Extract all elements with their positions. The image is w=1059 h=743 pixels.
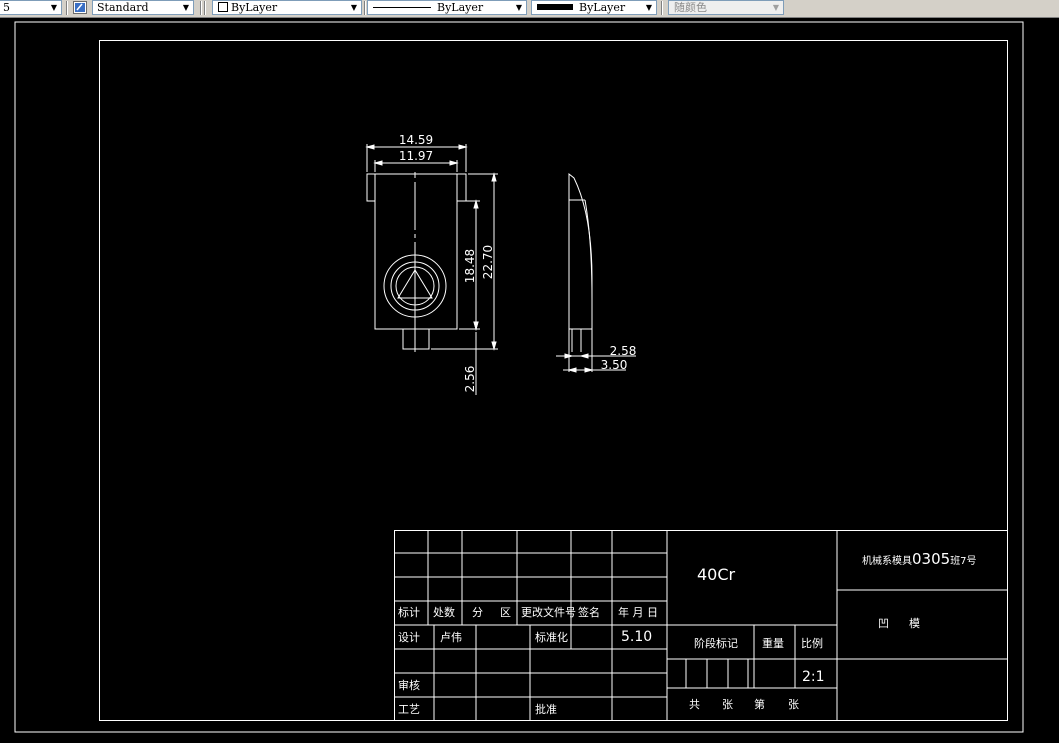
header-cell-date: 年 月 日 xyxy=(618,605,658,619)
lineweight-combo[interactable]: ByLayer ▼ xyxy=(531,0,657,15)
properties-toolbar: 5 ▼ Standard ▼ ByLayer ▼ ByLayer ▼ ByLay… xyxy=(0,0,1059,18)
stage-marks-label: 阶段标记 xyxy=(694,636,738,650)
color-combo[interactable]: ByLayer ▼ xyxy=(212,0,362,15)
chevron-down-icon[interactable]: ▼ xyxy=(179,1,193,14)
color-swatch-icon xyxy=(218,2,228,12)
plot-style-value: 随颜色 xyxy=(674,1,707,14)
drawing-number-prefix: 机械系模具 xyxy=(862,554,912,567)
process-label: 工艺 xyxy=(398,703,420,716)
text-style-icon[interactable] xyxy=(73,1,87,14)
drawing-number-suffix: 班7号 xyxy=(950,555,976,567)
first-combo[interactable]: 5 ▼ xyxy=(0,0,62,15)
sheets-unit-2: 张 xyxy=(788,698,799,711)
drawing-number-digits: 0305 xyxy=(912,550,950,568)
dim-height-inner: 18.48 xyxy=(463,249,477,283)
sheets-total-label: 共 xyxy=(689,698,700,711)
text-style-value: Standard xyxy=(97,1,149,14)
dim-width-inner: 11.97 xyxy=(399,149,433,163)
header-cell-signature: 签名 xyxy=(578,605,600,619)
weight-label: 重量 xyxy=(762,636,784,650)
standardization-label: 标准化 xyxy=(535,630,568,644)
approve-label: 批准 xyxy=(535,702,557,716)
header-cell-division: 分 xyxy=(472,606,483,619)
date-value: 5.10 xyxy=(621,629,652,645)
drawing-canvas[interactable]: 14.59 11.97 18.48 22.70 2.56 2.58 3.50 标… xyxy=(0,17,1059,743)
lineweight-preview-icon xyxy=(537,4,573,10)
header-cell-change-doc: 更改文件号 xyxy=(521,605,576,619)
designer-name: 卢伟 xyxy=(440,631,462,644)
front-view xyxy=(366,172,467,352)
chevron-down-icon[interactable]: ▼ xyxy=(347,1,361,14)
linetype-value: ByLayer xyxy=(437,1,484,14)
chevron-down-icon[interactable]: ▼ xyxy=(642,1,656,14)
design-label: 设计 xyxy=(398,631,420,644)
chevron-down-icon: ▼ xyxy=(772,3,780,12)
linetype-combo[interactable]: ByLayer ▼ xyxy=(367,0,527,15)
header-cell-count: 处数 xyxy=(433,606,455,619)
part-name-char-1: 凹 xyxy=(878,617,889,630)
dim-height-overall: 22.70 xyxy=(481,245,495,279)
drawing-number: 机械系模具0305班7号 xyxy=(862,550,977,568)
dim-boss-height: 2.56 xyxy=(463,366,477,393)
lineweight-value: ByLayer xyxy=(579,1,626,14)
toolbar-separator xyxy=(661,1,663,15)
dim-side-step-small: 2.58 xyxy=(610,344,637,358)
scale-label: 比例 xyxy=(801,636,823,650)
first-combo-value: 5 xyxy=(3,1,10,14)
toolbar-separator xyxy=(66,1,68,15)
material-value: 40Cr xyxy=(697,565,736,584)
toolbar-separator xyxy=(364,1,366,15)
dim-width-overall: 14.59 xyxy=(399,133,433,147)
header-cell-zone: 区 xyxy=(500,606,511,619)
toolbar-separator xyxy=(200,1,202,15)
dim-side-step-large: 3.50 xyxy=(601,358,628,372)
review-label: 审核 xyxy=(398,678,420,692)
linetype-preview-icon xyxy=(373,7,431,8)
text-style-combo[interactable]: Standard ▼ xyxy=(92,0,194,15)
chevron-down-icon[interactable]: ▼ xyxy=(47,1,61,14)
sheet-no-label: 第 xyxy=(754,697,765,711)
part-name-char-2: 模 xyxy=(909,617,920,630)
side-view xyxy=(568,172,593,372)
chevron-down-icon[interactable]: ▼ xyxy=(512,1,526,14)
plot-style-combo: 随颜色 ▼ xyxy=(668,0,784,15)
toolbar-separator xyxy=(204,1,206,15)
color-value: ByLayer xyxy=(231,1,278,14)
header-cell-mark: 标计 xyxy=(398,605,420,619)
sheets-unit-1: 张 xyxy=(722,698,733,711)
scale-value: 2:1 xyxy=(802,669,825,685)
